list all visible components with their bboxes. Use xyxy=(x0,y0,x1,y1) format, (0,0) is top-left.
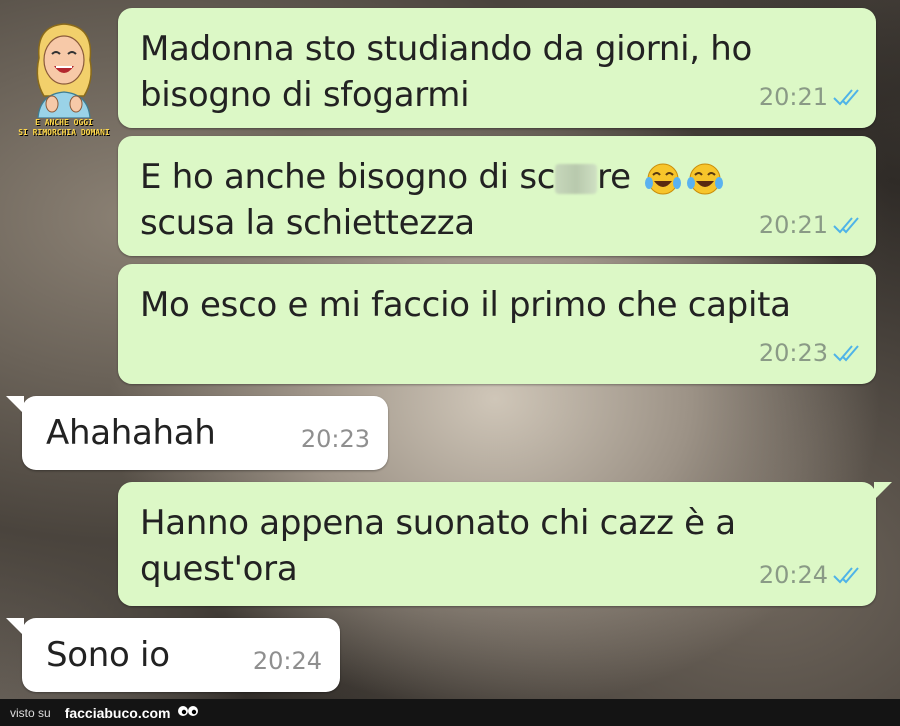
message-meta: 20:23 xyxy=(301,416,370,462)
message-text: Hanno appena suonato chi cazz è a quest'… xyxy=(140,500,856,592)
message-text: Madonna sto studiando da giorni, ho biso… xyxy=(140,26,856,118)
tears-of-joy-emoji-icon xyxy=(643,161,683,197)
message-line: bisogno di sfogarmi xyxy=(140,75,470,115)
laughing-woman-icon xyxy=(36,23,92,119)
message-line-suffix: re xyxy=(597,157,631,197)
avatar-caption-line1: E ANCHE OGGI xyxy=(35,118,93,127)
read-ticks-icon xyxy=(832,565,862,585)
message-line-prefix: E ho anche bisogno di sc xyxy=(140,157,556,197)
site-link[interactable]: facciabuco.com xyxy=(65,705,171,721)
tears-of-joy-emoji-icon xyxy=(685,161,725,197)
message-meta: 20:23 xyxy=(759,330,862,376)
message-bubble-outgoing[interactable]: E ho anche bisogno di sc re scusa la schi… xyxy=(118,136,876,256)
message-time: 20:24 xyxy=(252,647,322,675)
read-ticks-icon xyxy=(832,87,862,107)
watermark-footer: visto su facciabuco.com xyxy=(0,699,900,726)
message-time: 20:23 xyxy=(300,425,370,453)
censor-blur xyxy=(555,163,598,194)
message-bubble-outgoing[interactable]: Hanno appena suonato chi cazz è a quest'… xyxy=(118,482,892,606)
message-meta: 20:24 xyxy=(253,638,322,684)
message-line: quest'ora xyxy=(140,549,298,589)
message-line: Mo esco e mi faccio il primo che capita xyxy=(140,285,791,325)
message-time: 20:23 xyxy=(758,339,828,367)
read-ticks-icon xyxy=(832,215,862,235)
message-time: 20:21 xyxy=(758,83,828,111)
message-bubble-outgoing[interactable]: Mo esco e mi faccio il primo che capita … xyxy=(118,264,876,384)
message-time: 20:21 xyxy=(758,211,828,239)
message-bubble-outgoing[interactable]: Madonna sto studiando da giorni, ho biso… xyxy=(118,8,876,128)
message-bubble-incoming[interactable]: Sono io 20:24 xyxy=(6,618,340,692)
message-bubble-incoming[interactable]: Ahahahah 20:23 xyxy=(6,396,388,470)
message-meta: 20:21 xyxy=(759,202,862,248)
message-line: Madonna sto studiando da giorni, ho xyxy=(140,29,753,69)
message-line: scusa la schiettezza xyxy=(140,203,475,243)
message-text: Mo esco e mi faccio il primo che capita xyxy=(140,282,856,328)
message-line: Hanno appena suonato chi cazz è a xyxy=(140,503,736,543)
avatar-caption-line2: SI RIMORCHIA DOMANI xyxy=(18,128,110,137)
message-text: E ho anche bisogno di sc re scusa la schi… xyxy=(140,154,856,246)
avatar: E ANCHE OGGI SI RIMORCHIA DOMANI xyxy=(14,18,114,148)
message-meta: 20:24 xyxy=(759,552,862,598)
eyes-icon xyxy=(177,703,199,722)
message-meta: 20:21 xyxy=(759,74,862,120)
avatar-caption: E ANCHE OGGI SI RIMORCHIA DOMANI xyxy=(14,118,114,138)
message-time: 20:24 xyxy=(758,561,828,589)
message-line: E ho anche bisogno di sc re xyxy=(140,154,856,200)
chat-view: E ANCHE OGGI SI RIMORCHIA DOMANI Madonna… xyxy=(0,0,900,726)
read-ticks-icon xyxy=(832,343,862,363)
visto-su-label: visto su xyxy=(10,705,51,720)
